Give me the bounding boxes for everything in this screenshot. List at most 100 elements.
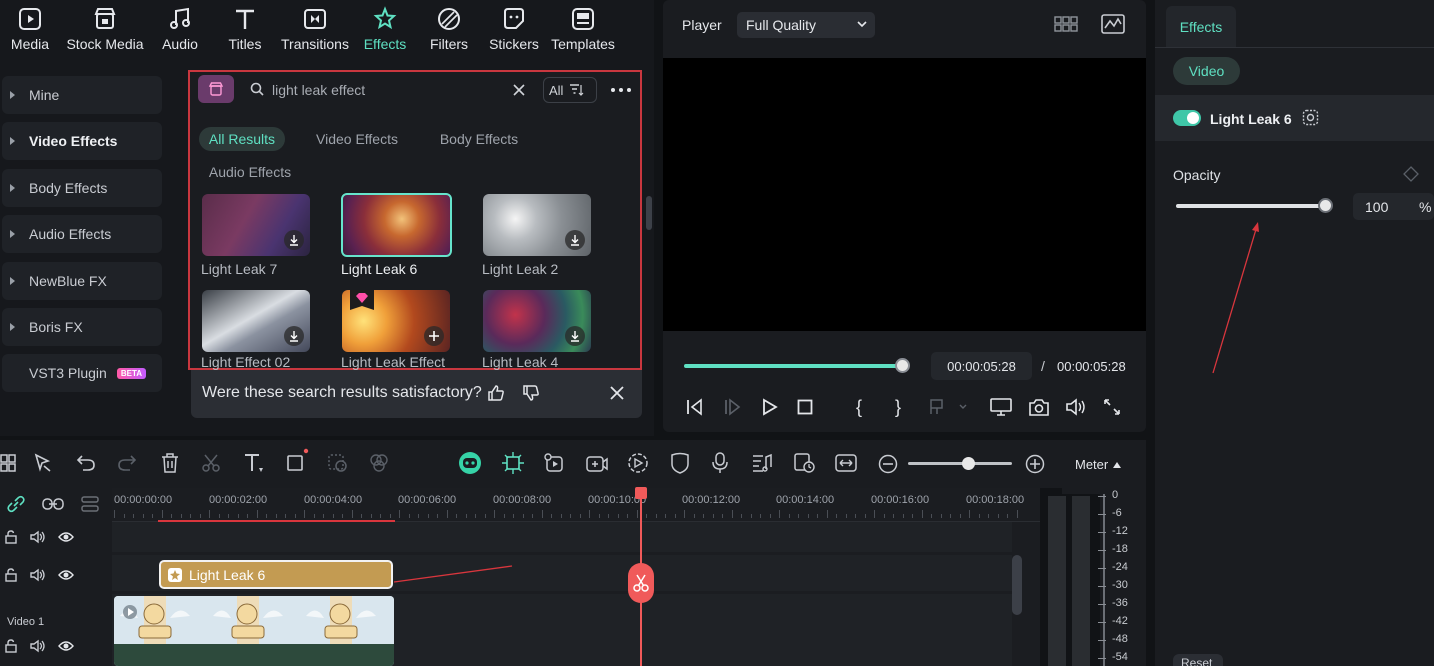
- nav-transitions[interactable]: Transitions: [280, 6, 350, 62]
- tab-all-results[interactable]: All Results: [199, 127, 285, 151]
- video-clip[interactable]: [114, 596, 394, 666]
- lock-icon[interactable]: [4, 639, 18, 653]
- lock-icon[interactable]: [4, 568, 18, 582]
- playback-progress-bar[interactable]: [684, 364, 904, 368]
- filter-scope-dropdown[interactable]: All: [543, 77, 597, 103]
- visibility-icon[interactable]: [58, 531, 74, 543]
- text-tool-icon[interactable]: [243, 453, 265, 473]
- timeline-scrollbar[interactable]: [1012, 555, 1022, 615]
- category-body-effects[interactable]: Body Effects: [2, 169, 162, 207]
- ai-assistant-icon[interactable]: [458, 451, 482, 475]
- next-frame-icon[interactable]: [723, 398, 741, 416]
- playhead-handle[interactable]: [635, 487, 647, 499]
- effect-clip-light-leak-6[interactable]: Light Leak 6: [159, 560, 393, 589]
- category-newblue-fx[interactable]: NewBlue FX: [2, 262, 162, 300]
- mute-icon[interactable]: [30, 530, 46, 544]
- undo-icon[interactable]: [76, 454, 96, 472]
- audio-stretch-icon[interactable]: [751, 452, 773, 474]
- nav-stickers[interactable]: Stickers: [488, 6, 540, 62]
- category-vst3-plugin[interactable]: VST3 Plugin BETA: [2, 354, 162, 392]
- fit-timeline-icon[interactable]: [835, 453, 857, 473]
- color-match-icon[interactable]: [327, 453, 349, 473]
- download-icon[interactable]: [284, 326, 304, 346]
- volume-icon[interactable]: [1065, 398, 1087, 416]
- download-icon[interactable]: [565, 326, 585, 346]
- split-icon[interactable]: [201, 453, 221, 473]
- nav-effects[interactable]: Effects: [362, 6, 408, 62]
- download-icon[interactable]: [565, 230, 585, 250]
- nav-templates[interactable]: Templates: [550, 6, 616, 62]
- reset-button[interactable]: Reset: [1173, 654, 1223, 666]
- layout-icon[interactable]: [0, 454, 16, 472]
- tab-effects[interactable]: Effects: [1166, 6, 1236, 48]
- effect-thumbnail-light-leak-2[interactable]: [483, 194, 591, 256]
- crop-icon[interactable]: [286, 448, 310, 472]
- more-options-icon[interactable]: [610, 87, 632, 93]
- nav-stock-media[interactable]: Stock Media: [64, 6, 146, 62]
- delete-icon[interactable]: [161, 453, 179, 473]
- opacity-slider[interactable]: [1176, 204, 1326, 208]
- play-icon[interactable]: [762, 398, 778, 416]
- effect-thumbnail-light-leak-6[interactable]: [341, 193, 452, 257]
- select-tool-icon[interactable]: [33, 453, 53, 473]
- mask-icon[interactable]: [670, 452, 690, 474]
- magnetic-timeline-icon[interactable]: [42, 496, 64, 512]
- playhead-split-button[interactable]: [628, 563, 654, 603]
- playback-progress-knob[interactable]: [895, 358, 910, 373]
- clear-search-icon[interactable]: [513, 84, 525, 96]
- close-feedback-icon[interactable]: [610, 386, 624, 400]
- nav-media[interactable]: Media: [8, 6, 52, 62]
- opacity-slider-knob[interactable]: [1318, 198, 1333, 213]
- auto-highlight-icon[interactable]: [501, 451, 525, 475]
- thumbs-up-icon[interactable]: [487, 384, 505, 402]
- mark-out-icon[interactable]: }: [895, 397, 901, 418]
- motion-tracking-icon[interactable]: [627, 452, 649, 474]
- tab-audio-effects[interactable]: Audio Effects: [200, 160, 300, 184]
- mark-in-icon[interactable]: {: [856, 397, 862, 418]
- add-effect-icon[interactable]: [424, 326, 444, 346]
- microphone-icon[interactable]: [711, 452, 729, 474]
- category-audio-effects[interactable]: Audio Effects: [2, 215, 162, 253]
- effect-thumbnail-light-leak-4[interactable]: [483, 290, 591, 352]
- zoom-slider[interactable]: [908, 462, 1012, 465]
- ai-effects-icon[interactable]: [543, 452, 565, 474]
- fullscreen-icon[interactable]: [1104, 399, 1120, 415]
- search-input[interactable]: [272, 80, 502, 100]
- previous-frame-icon[interactable]: [686, 398, 704, 416]
- mute-icon[interactable]: [30, 568, 46, 582]
- category-video-effects[interactable]: Video Effects: [2, 122, 162, 160]
- stop-icon[interactable]: [797, 399, 813, 415]
- zoom-out-icon[interactable]: [878, 454, 898, 474]
- results-scrollbar[interactable]: [646, 196, 652, 230]
- redo-icon[interactable]: [117, 454, 137, 472]
- nav-filters[interactable]: Filters: [428, 6, 470, 62]
- zoom-in-icon[interactable]: [1025, 454, 1045, 474]
- meter-dropdown[interactable]: Meter: [1075, 457, 1122, 472]
- opacity-value-field[interactable]: 100 %: [1353, 193, 1434, 220]
- category-mine[interactable]: Mine: [2, 76, 162, 114]
- visibility-icon[interactable]: [58, 569, 74, 581]
- category-boris-fx[interactable]: Boris FX: [2, 308, 162, 346]
- speed-icon[interactable]: [793, 452, 815, 474]
- keyframe-icon[interactable]: [1403, 166, 1419, 182]
- display-settings-icon[interactable]: [990, 398, 1012, 416]
- tab-body-effects[interactable]: Body Effects: [432, 127, 526, 151]
- tab-video-effects[interactable]: Video Effects: [308, 127, 406, 151]
- store-button[interactable]: [198, 75, 234, 103]
- nav-audio[interactable]: Audio: [158, 6, 202, 62]
- link-icon[interactable]: [6, 495, 26, 513]
- effect-enable-toggle[interactable]: [1173, 110, 1201, 126]
- snapshot-icon[interactable]: [1029, 398, 1049, 416]
- quality-dropdown[interactable]: Full Quality: [737, 12, 875, 38]
- effect-mask-icon[interactable]: [1302, 109, 1319, 126]
- ai-video-icon[interactable]: [585, 452, 609, 474]
- download-icon[interactable]: [284, 230, 304, 250]
- lock-icon[interactable]: [4, 530, 18, 544]
- grid-view-icon[interactable]: [1054, 15, 1078, 33]
- visibility-icon[interactable]: [58, 640, 74, 652]
- tab-video[interactable]: Video: [1173, 57, 1240, 85]
- effect-thumbnail-light-effect-02[interactable]: [202, 290, 310, 352]
- scopes-icon[interactable]: [1101, 14, 1125, 34]
- color-wheels-icon[interactable]: [369, 453, 389, 473]
- mute-icon[interactable]: [30, 639, 46, 653]
